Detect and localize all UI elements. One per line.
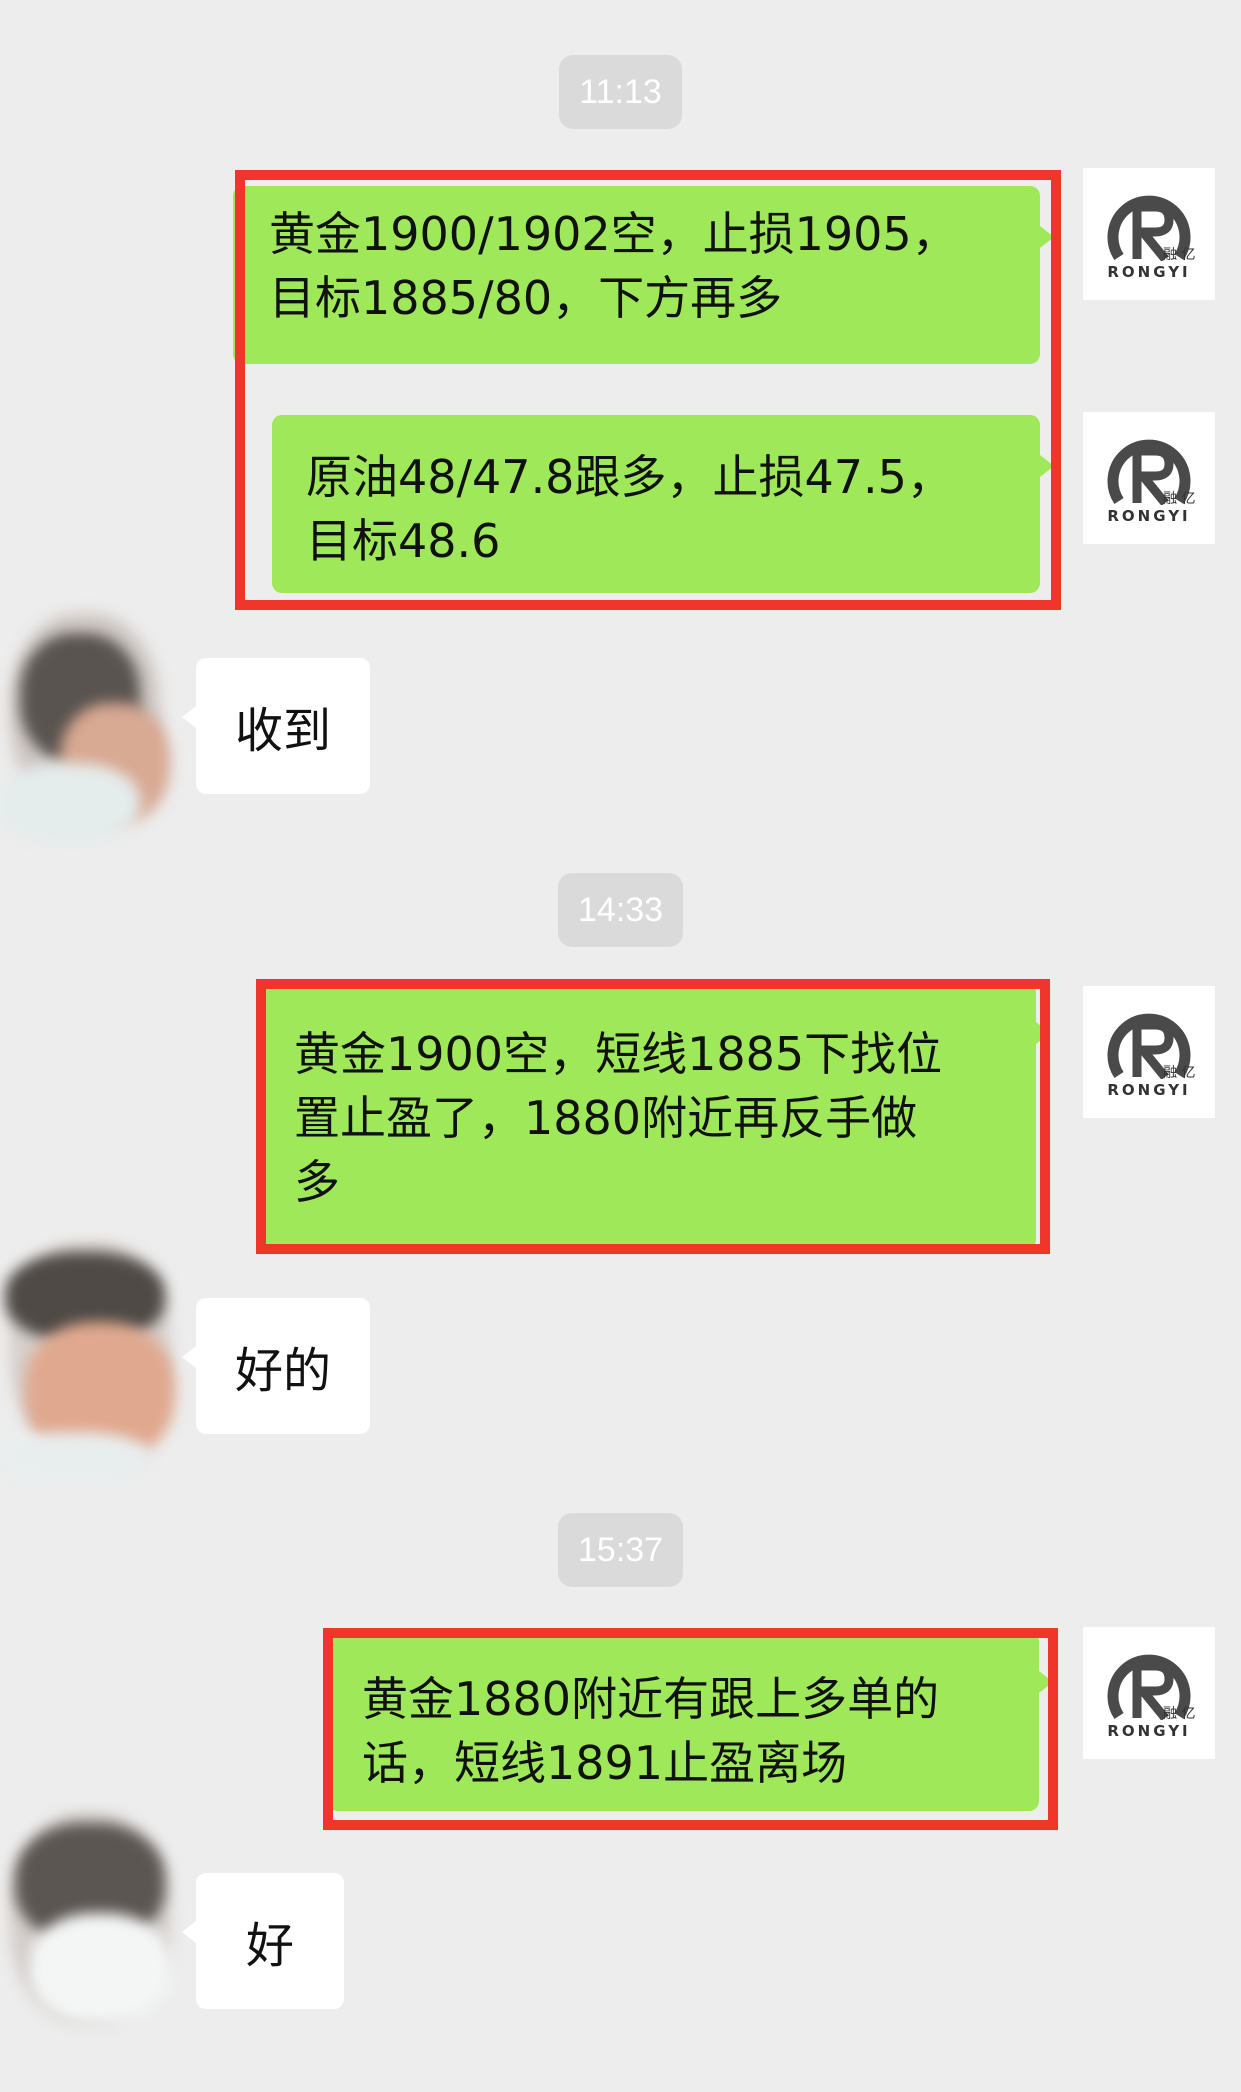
self-avatar[interactable]: 融 亿 RONGYI xyxy=(1083,986,1215,1118)
timestamp: 11:13 xyxy=(0,55,1241,129)
rongyi-logo-icon: 融 亿 xyxy=(1107,1654,1195,1720)
logo-cn-text: 融 亿 xyxy=(1163,1065,1195,1079)
rongyi-logo-icon: 融 亿 xyxy=(1107,439,1195,505)
contact-avatar[interactable] xyxy=(0,593,200,853)
highlight-box xyxy=(256,979,1050,1254)
message-text: 好 xyxy=(245,1918,294,1974)
received-message-bubble[interactable]: 好 xyxy=(182,1873,344,2009)
logo-brand-text: RONGYI xyxy=(1107,263,1191,281)
timestamp-label: 11:13 xyxy=(559,55,682,129)
rongyi-logo-icon: 融 亿 xyxy=(1107,1013,1195,1079)
logo-cn-text: 融 亿 xyxy=(1163,491,1195,505)
avatar-shape xyxy=(0,1432,150,1482)
message-text: 收到 xyxy=(234,703,331,759)
timestamp: 14:33 xyxy=(0,873,1241,947)
logo-brand-text: RONGYI xyxy=(1107,1081,1191,1099)
contact-avatar[interactable] xyxy=(0,1232,200,1492)
logo-cn-text: 融 亿 xyxy=(1163,247,1195,261)
timestamp-label: 14:33 xyxy=(557,873,684,947)
contact-avatar[interactable] xyxy=(0,1803,200,2053)
self-avatar[interactable]: 融 亿 RONGYI xyxy=(1083,412,1215,544)
avatar-shape xyxy=(0,763,140,843)
logo-brand-text: RONGYI xyxy=(1107,1722,1191,1740)
highlight-box xyxy=(323,1628,1058,1830)
self-avatar[interactable]: 融 亿 RONGYI xyxy=(1083,1627,1215,1759)
logo-brand-text: RONGYI xyxy=(1107,507,1191,525)
logo-cn-text: 融 亿 xyxy=(1163,1706,1195,1720)
timestamp-label: 15:37 xyxy=(557,1513,684,1587)
timestamp: 15:37 xyxy=(0,1513,1241,1587)
message-text: 好的 xyxy=(234,1343,331,1399)
self-avatar[interactable]: 融 亿 RONGYI xyxy=(1083,168,1215,300)
avatar-shape xyxy=(30,1913,170,2023)
received-message-bubble[interactable]: 好的 xyxy=(182,1298,370,1434)
highlight-box xyxy=(235,170,1061,610)
rongyi-logo-icon: 融 亿 xyxy=(1107,195,1195,261)
received-message-bubble[interactable]: 收到 xyxy=(182,658,370,794)
